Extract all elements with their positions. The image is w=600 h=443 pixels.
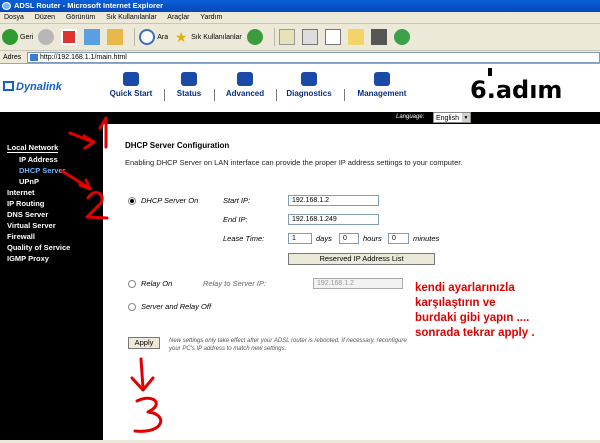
instruction-line: karşılaştırın ve: [415, 297, 496, 309]
marker-2-glyph: [85, 191, 109, 220]
instruction-line: sonrada tekrar apply .: [415, 327, 535, 339]
annotation-overlay: [60, 116, 163, 433]
marker-3-glyph: [133, 396, 163, 433]
browser-window: { "window": { "title": "ADSL Router - Mi…: [0, 0, 600, 443]
instruction-line: kendi ayarlarınızla: [415, 282, 515, 294]
instruction-line: burdaki gibi yapın ....: [415, 312, 530, 324]
arrow-3-shaft: [139, 357, 145, 390]
marker-1-glyph: [98, 116, 108, 149]
instruction-annotation: kendi ayarlarınızla karşılaştırın ve bur…: [415, 281, 535, 341]
